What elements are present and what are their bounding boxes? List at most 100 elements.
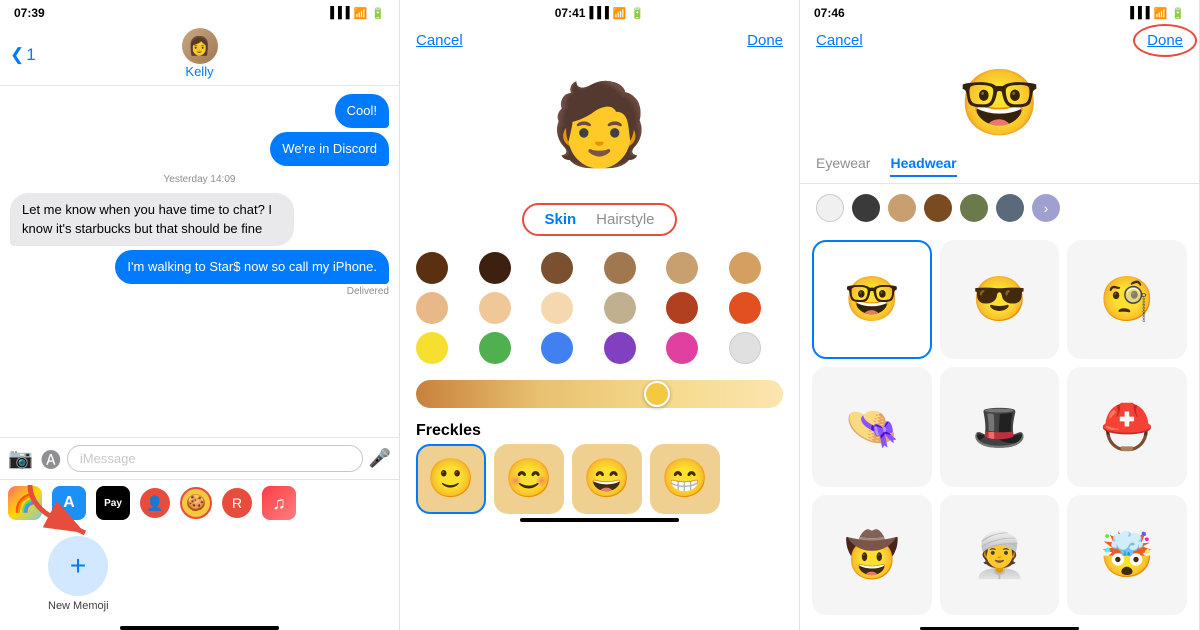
signal-icon-2: ▐▐▐ [585,7,608,19]
message-bubble: We're in Discord [270,132,389,166]
tab-skin[interactable]: Skin [544,211,576,228]
message-text: I'm walking to Star$ now so call my iPho… [127,259,377,274]
freckle-option[interactable]: 😊 [494,444,564,514]
color-option[interactable] [604,292,636,324]
tab-hairstyle[interactable]: Hairstyle [596,211,654,228]
tab-eyewear[interactable]: Eyewear [816,155,870,177]
headwear-option[interactable]: ⛑️ [1067,367,1187,487]
red-arrow-icon [10,475,100,545]
done-button-3[interactable]: Done [1147,32,1183,49]
memoji-face: 🧐 [1100,273,1155,325]
freckle-option[interactable]: 🙂 [416,444,486,514]
home-indicator [120,626,280,630]
back-count: 1 [26,45,35,65]
back-button[interactable]: ❮ 1 [10,45,36,65]
headwear-option[interactable]: 😎 [940,240,1060,360]
cancel-button-3[interactable]: Cancel [816,32,863,49]
time-2: 07:41 [555,6,586,20]
color-option[interactable] [729,332,761,364]
color-option[interactable] [416,332,448,364]
memoji-face: 🤠 [844,529,899,581]
red-circle-icon[interactable]: 👤 [140,488,170,518]
status-icons-2: ▐▐▐ 📶 🔋 [585,7,644,20]
skin-tone-slider[interactable] [416,380,783,408]
color-option[interactable] [604,252,636,284]
cancel-button-2[interactable]: Cancel [416,32,463,49]
eyewear-colors: › [800,184,1199,232]
memoji-icon[interactable]: 🍪 [180,487,212,519]
headwear-option[interactable]: 🎩 [940,367,1060,487]
done-button-2[interactable]: Done [747,32,783,49]
freckle-option[interactable]: 😄 [572,444,642,514]
appstore-icon[interactable]: 🅐 [41,444,61,473]
memoji-face: 👳 [972,529,1027,581]
color-tan[interactable] [888,194,916,222]
status-icons-3: ▐▐▐ 📶 🔋 [1126,7,1185,20]
color-option[interactable] [729,252,761,284]
color-option[interactable] [729,292,761,324]
message-bubble: I'm walking to Star$ now so call my iPho… [115,250,389,284]
chat-header: ❮ 1 👩 Kelly [0,24,399,86]
music-icon[interactable]: ♫ [262,486,296,520]
input-icons: 📷 🅐 [8,444,61,473]
headwear-option[interactable]: 🤠 [812,495,932,615]
color-white[interactable] [816,194,844,222]
input-row: 📷 🅐 iMessage 🎤 [8,444,391,473]
home-indicator-3 [920,627,1080,630]
color-option[interactable] [541,252,573,284]
battery-icon: 🔋 [371,7,385,20]
message-input[interactable]: iMessage [67,445,363,472]
color-option[interactable] [666,292,698,324]
memoji-face: 👒 [844,401,899,453]
signal-icon-3: ▐▐▐ [1126,7,1149,19]
color-option[interactable] [604,332,636,364]
status-icons-1: ▐▐▐ 📶 🔋 [326,7,385,20]
camera-icon[interactable]: 📷 [8,446,33,471]
color-more[interactable]: › [1032,194,1060,222]
color-olive[interactable] [960,194,988,222]
memoji-face: 😎 [972,273,1027,325]
messages-area: Cool! We're in Discord Yesterday 14:09 L… [0,86,399,437]
slider-thumb[interactable] [644,381,670,407]
editor-header-3: Cancel Done [800,24,1199,57]
headwear-option[interactable]: 👳 [940,495,1060,615]
color-option[interactable] [479,292,511,324]
red-appstore-icon[interactable]: R [222,488,252,518]
message-text: Let me know when you have time to chat? … [22,202,272,235]
message-text: Cool! [347,103,377,118]
avatar: 👩 [182,28,218,64]
imessage-panel: 07:39 ▐▐▐ 📶 🔋 ❮ 1 👩 Kelly Cool! We're in… [0,0,400,630]
color-option[interactable] [416,252,448,284]
freckles-grid: 🙂 😊 😄 😁 [400,444,799,514]
color-option[interactable] [666,252,698,284]
tab-headwear[interactable]: Headwear [890,155,956,177]
color-option[interactable] [541,292,573,324]
headwear-option[interactable]: 👒 [812,367,932,487]
color-option[interactable] [416,292,448,324]
headwear-option[interactable]: 🧐 [1067,240,1187,360]
headwear-option[interactable]: 🤯 [1067,495,1187,615]
contact-name[interactable]: Kelly [185,64,213,79]
color-option[interactable] [479,332,511,364]
color-option[interactable] [666,332,698,364]
signal-icon: ▐▐▐ [326,7,349,19]
color-option[interactable] [541,332,573,364]
arrow-overlay [10,475,100,550]
editor-header-2: Cancel Done [400,24,799,57]
color-dark[interactable] [852,194,880,222]
color-brown[interactable] [924,194,952,222]
memoji-preview-3: 🤓 [950,61,1050,145]
memoji-face: ⛑️ [1100,401,1155,453]
color-option[interactable] [479,252,511,284]
applepay-icon[interactable]: Pay [96,486,130,520]
skin-editor-panel: 07:41 ▐▐▐ 📶 🔋 Cancel Done 🧑 Skin Hairsty… [400,0,800,630]
freckle-option[interactable]: 😁 [650,444,720,514]
headwear-option[interactable]: 🤓 [812,240,932,360]
delivered-status: Delivered [10,286,389,297]
message-bubble: Let me know when you have time to chat? … [10,193,294,245]
timestamp: Yesterday 14:09 [10,174,389,185]
mic-icon[interactable]: 🎤 [369,448,391,469]
color-slate[interactable] [996,194,1024,222]
battery-icon-2: 🔋 [631,7,645,20]
time-3: 07:46 [814,6,845,20]
